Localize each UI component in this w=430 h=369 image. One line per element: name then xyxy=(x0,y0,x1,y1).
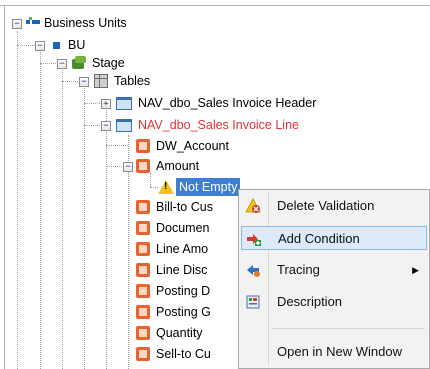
tree-node-label: Documen xyxy=(156,221,210,235)
tree-connector xyxy=(40,63,56,64)
tree-node-label: Amount xyxy=(156,159,200,173)
collapse-toggle[interactable]: − xyxy=(123,162,133,172)
tree-node-business-units[interactable]: Business Units xyxy=(26,14,146,32)
tree-node-sales-invoice-header[interactable]: NAV_dbo_Sales Invoice Header xyxy=(116,94,326,112)
tree-node-line-disc[interactable]: Line Disc xyxy=(136,261,236,279)
tree-connector xyxy=(84,85,85,369)
tree-node-label: Posting G xyxy=(156,305,211,319)
tree-node-sales-invoice-line[interactable]: NAV_dbo_Sales Invoice Line xyxy=(116,116,326,134)
tree-node-label: NAV_dbo_Sales Invoice Line xyxy=(138,118,299,132)
collapse-toggle[interactable]: − xyxy=(79,77,89,87)
tree-node-tables[interactable]: Tables xyxy=(94,72,174,90)
tree-connector xyxy=(106,103,107,369)
column-icon xyxy=(136,139,150,153)
tree-node-sell-to[interactable]: Sell-to Cu xyxy=(136,345,236,363)
table-icon xyxy=(116,119,132,132)
column-icon xyxy=(136,305,150,319)
menu-item-label: Add Condition xyxy=(278,231,360,246)
column-icon xyxy=(136,284,150,298)
collapse-toggle[interactable]: − xyxy=(35,41,45,51)
menu-item-delete-validation[interactable]: Delete Validation xyxy=(241,194,427,218)
menu-item-add-condition[interactable]: Add Condition xyxy=(241,226,427,250)
tree-node-posting-g[interactable]: Posting G xyxy=(136,303,236,321)
add-condition-icon xyxy=(247,234,261,246)
column-icon xyxy=(136,242,150,256)
tree-node-label: Posting D xyxy=(156,284,211,298)
tree-node-amount[interactable]: Amount xyxy=(136,157,246,175)
tree-node-posting-d[interactable]: Posting D xyxy=(136,282,236,300)
description-icon xyxy=(246,295,260,309)
tree-node-label: BU xyxy=(68,38,86,52)
column-icon xyxy=(136,159,150,173)
column-icon xyxy=(136,326,150,340)
tree-connector xyxy=(150,187,158,188)
collapse-toggle[interactable]: − xyxy=(57,59,67,69)
tree-connector xyxy=(62,81,78,82)
tree-node-document[interactable]: Documen xyxy=(136,219,236,237)
menu-item-description[interactable]: Description xyxy=(241,290,427,314)
menu-item-label: Open in New Window xyxy=(277,344,402,359)
menu-item-open-new-window[interactable]: Open in New Window xyxy=(241,340,427,364)
tracing-icon xyxy=(247,265,260,277)
submenu-arrow-icon: ▶ xyxy=(412,265,419,275)
column-icon xyxy=(136,347,150,361)
column-icon xyxy=(136,221,150,235)
tree-node-label: Quantity xyxy=(156,326,203,340)
tree-connector xyxy=(40,49,41,369)
business-units-icon xyxy=(26,17,40,26)
menu-item-label: Description xyxy=(277,294,343,309)
tree-connector xyxy=(106,166,122,167)
stage-icon xyxy=(72,56,86,70)
tree-node-not-empty[interactable]: ! Not Empty xyxy=(158,178,248,196)
menu-item-label: Tracing xyxy=(277,262,320,277)
menu-item-tracing[interactable]: Tracing ▶ xyxy=(241,258,427,282)
tree-node-bill-to[interactable]: Bill-to Cus xyxy=(136,198,236,216)
tree-node-label: Business Units xyxy=(44,16,127,30)
tree-connector xyxy=(106,145,128,146)
tree-node-label: Tables xyxy=(114,74,151,88)
bu-icon xyxy=(53,42,60,49)
context-menu: Delete Validation Add Condition Tracing … xyxy=(238,189,430,369)
tables-icon xyxy=(94,74,108,88)
tree-node-label: Line Disc xyxy=(156,263,208,277)
tree-connector xyxy=(62,67,63,369)
warning-icon: ! xyxy=(158,180,174,194)
tree-node-stage[interactable]: Stage xyxy=(72,54,152,72)
tree-node-label: Bill-to Cus xyxy=(156,200,213,214)
tree-node-label: Stage xyxy=(92,56,125,70)
tree-node-dw-account[interactable]: DW_Account xyxy=(136,137,246,155)
tree-node-label: Line Amo xyxy=(156,242,209,256)
tree-connector xyxy=(84,103,100,104)
column-icon xyxy=(136,200,150,214)
collapse-toggle[interactable]: − xyxy=(12,19,22,29)
tree-node-quantity[interactable]: Quantity xyxy=(136,324,236,342)
table-icon xyxy=(116,97,132,110)
tree-connector xyxy=(17,31,18,369)
collapse-toggle[interactable]: − xyxy=(101,121,111,131)
tree-node-label: DW_Account xyxy=(156,139,229,153)
tree-connector xyxy=(17,45,35,46)
tree-connector xyxy=(150,173,151,187)
tree-node-label: Not Empty xyxy=(176,178,241,196)
column-icon xyxy=(136,263,150,277)
tree-connector xyxy=(84,125,100,126)
tree-node-bu[interactable]: BU xyxy=(50,36,110,54)
menu-separator xyxy=(271,328,425,329)
tree-node-label: NAV_dbo_Sales Invoice Header xyxy=(138,96,317,110)
delete-validation-icon xyxy=(245,198,261,213)
menu-item-label: Delete Validation xyxy=(277,198,375,213)
tree-node-line-amount[interactable]: Line Amo xyxy=(136,240,236,258)
expand-toggle[interactable]: + xyxy=(101,99,111,109)
tree-node-label: Sell-to Cu xyxy=(156,347,211,361)
